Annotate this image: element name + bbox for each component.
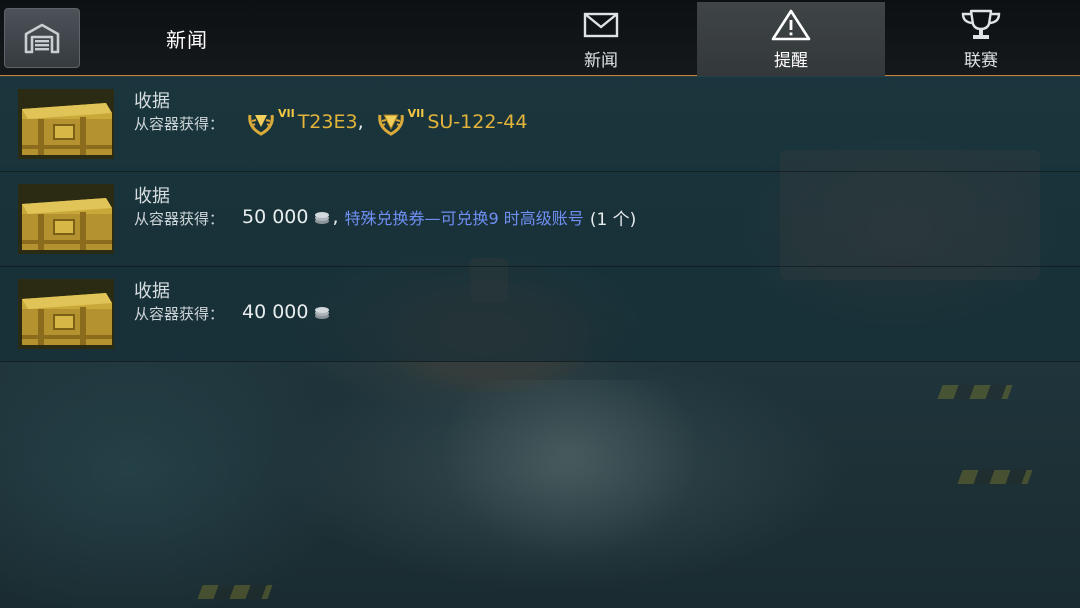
- tab-notifications-label: 提醒: [774, 51, 808, 71]
- notification-list: 收据 从容器获得： VII T23E3 , VII SU-122-44 收据 从…: [0, 77, 1080, 362]
- background-stripe: [197, 585, 273, 599]
- notification-title: 收据: [134, 91, 170, 112]
- notification-item[interactable]: 收据 从容器获得： VII T23E3 , VII SU-122-44: [0, 77, 1080, 172]
- premium-voucher-link[interactable]: 特殊兑换券—可兑换9 时高级账号: [345, 205, 584, 229]
- gold-crate-icon: [18, 184, 114, 254]
- tank-tier: VII: [407, 107, 425, 120]
- tank-tier: VII: [278, 107, 295, 120]
- gold-crate-icon: [18, 89, 114, 159]
- background-emblem: [440, 380, 700, 560]
- reward-list: 50 000 , 特殊兑换券—可兑换9 时高级账号 (1 个): [242, 202, 636, 232]
- tank-name: T23E3: [297, 111, 358, 133]
- reward-list: 40 000: [242, 297, 332, 327]
- tab-news[interactable]: 新闻: [507, 2, 695, 76]
- background-stripe: [957, 470, 1033, 484]
- reward-list: VII T23E3 , VII SU-122-44: [246, 107, 527, 137]
- notification-item[interactable]: 收据 从容器获得： 40 000: [0, 267, 1080, 362]
- credits-amount: 40 000: [242, 301, 309, 323]
- separator: ,: [357, 111, 364, 133]
- notification-title: 收据: [134, 281, 170, 302]
- notification-subtitle: 从容器获得：: [134, 210, 225, 228]
- tab-news-label: 新闻: [584, 51, 618, 71]
- home-button[interactable]: [4, 8, 80, 68]
- envelope-icon: [583, 8, 619, 42]
- credits-amount: 50 000: [242, 206, 309, 228]
- tank-name: SU-122-44: [427, 111, 528, 133]
- notification-subtitle: 从容器获得：: [134, 115, 225, 133]
- tab-notifications[interactable]: 提醒: [697, 2, 885, 76]
- tab-league-label: 联赛: [964, 51, 998, 71]
- silver-coin-icon: [315, 307, 330, 319]
- top-bar: 新闻 新闻 提醒 联赛: [0, 0, 1080, 76]
- background-stripe: [937, 385, 1013, 399]
- notification-title: 收据: [134, 186, 170, 207]
- silver-coin-icon: [315, 212, 330, 224]
- page-title: 新闻: [166, 28, 208, 52]
- tab-league[interactable]: 联赛: [887, 2, 1075, 76]
- notification-subtitle: 从容器获得：: [134, 305, 225, 323]
- warning-icon: [771, 8, 811, 42]
- item-quantity: (1 个): [589, 209, 637, 230]
- notification-item[interactable]: 收据 从容器获得： 50 000 , 特殊兑换券—可兑换9 时高级账号 (1 个…: [0, 172, 1080, 267]
- laurel-rank-icon: [377, 114, 404, 136]
- garage-icon: [24, 23, 60, 54]
- trophy-icon: [959, 8, 1003, 42]
- gold-crate-icon: [18, 279, 114, 349]
- separator: ,: [332, 206, 339, 228]
- laurel-rank-icon: [248, 114, 274, 136]
